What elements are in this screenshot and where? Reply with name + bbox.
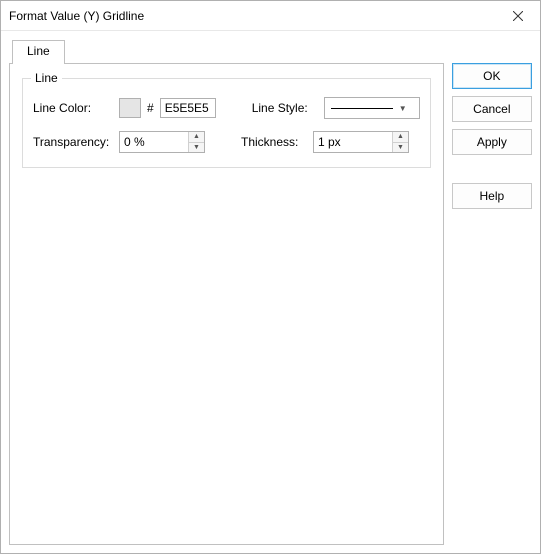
ok-button[interactable]: OK: [452, 63, 532, 89]
tab-line-panel: Line Line Color: # Line Style: ▼ Tr: [9, 63, 444, 545]
hex-prefix: #: [147, 101, 154, 115]
line-style-dropdown[interactable]: ▼: [324, 97, 420, 119]
spin-down-icon[interactable]: ▼: [393, 143, 408, 153]
tabstrip: Line: [9, 39, 444, 63]
dialog-body: Line Line Line Color: # Line Style: ▼: [1, 31, 540, 553]
chevron-down-icon: ▼: [393, 104, 413, 113]
label-thickness: Thickness:: [241, 135, 307, 149]
spin-up-icon[interactable]: ▲: [189, 132, 204, 143]
tab-line[interactable]: Line: [12, 40, 65, 64]
transparency-spinner[interactable]: ▲ ▼: [119, 131, 205, 153]
transparency-input[interactable]: [120, 132, 188, 152]
cancel-button[interactable]: Cancel: [452, 96, 532, 122]
spin-down-icon[interactable]: ▼: [189, 143, 204, 153]
hex-color-input[interactable]: [160, 98, 216, 118]
line-style-preview: [331, 108, 393, 109]
transparency-spin-buttons[interactable]: ▲ ▼: [188, 132, 204, 152]
help-button[interactable]: Help: [452, 183, 532, 209]
button-column: OK Cancel Apply Help: [452, 39, 532, 545]
color-swatch[interactable]: [119, 98, 141, 118]
row-transparency-thickness: Transparency: ▲ ▼ Thickness:: [33, 131, 420, 153]
thickness-spinner[interactable]: ▲ ▼: [313, 131, 409, 153]
apply-button[interactable]: Apply: [452, 129, 532, 155]
titlebar: Format Value (Y) Gridline: [1, 1, 540, 31]
thickness-input[interactable]: [314, 132, 392, 152]
spin-up-icon[interactable]: ▲: [393, 132, 408, 143]
group-line: Line Line Color: # Line Style: ▼ Tr: [22, 78, 431, 168]
label-transparency: Transparency:: [33, 135, 113, 149]
close-icon: [513, 11, 523, 21]
dialog-window: Format Value (Y) Gridline Line Line Line…: [0, 0, 541, 554]
row-color-style: Line Color: # Line Style: ▼: [33, 97, 420, 119]
thickness-spin-buttons[interactable]: ▲ ▼: [392, 132, 408, 152]
window-title: Format Value (Y) Gridline: [9, 9, 496, 23]
label-line-color: Line Color:: [33, 101, 113, 115]
spacer: [452, 162, 532, 176]
label-line-style: Line Style:: [252, 101, 318, 115]
close-button[interactable]: [496, 1, 540, 31]
group-line-legend: Line: [31, 71, 62, 85]
content-pane: Line Line Line Color: # Line Style: ▼: [9, 39, 444, 545]
